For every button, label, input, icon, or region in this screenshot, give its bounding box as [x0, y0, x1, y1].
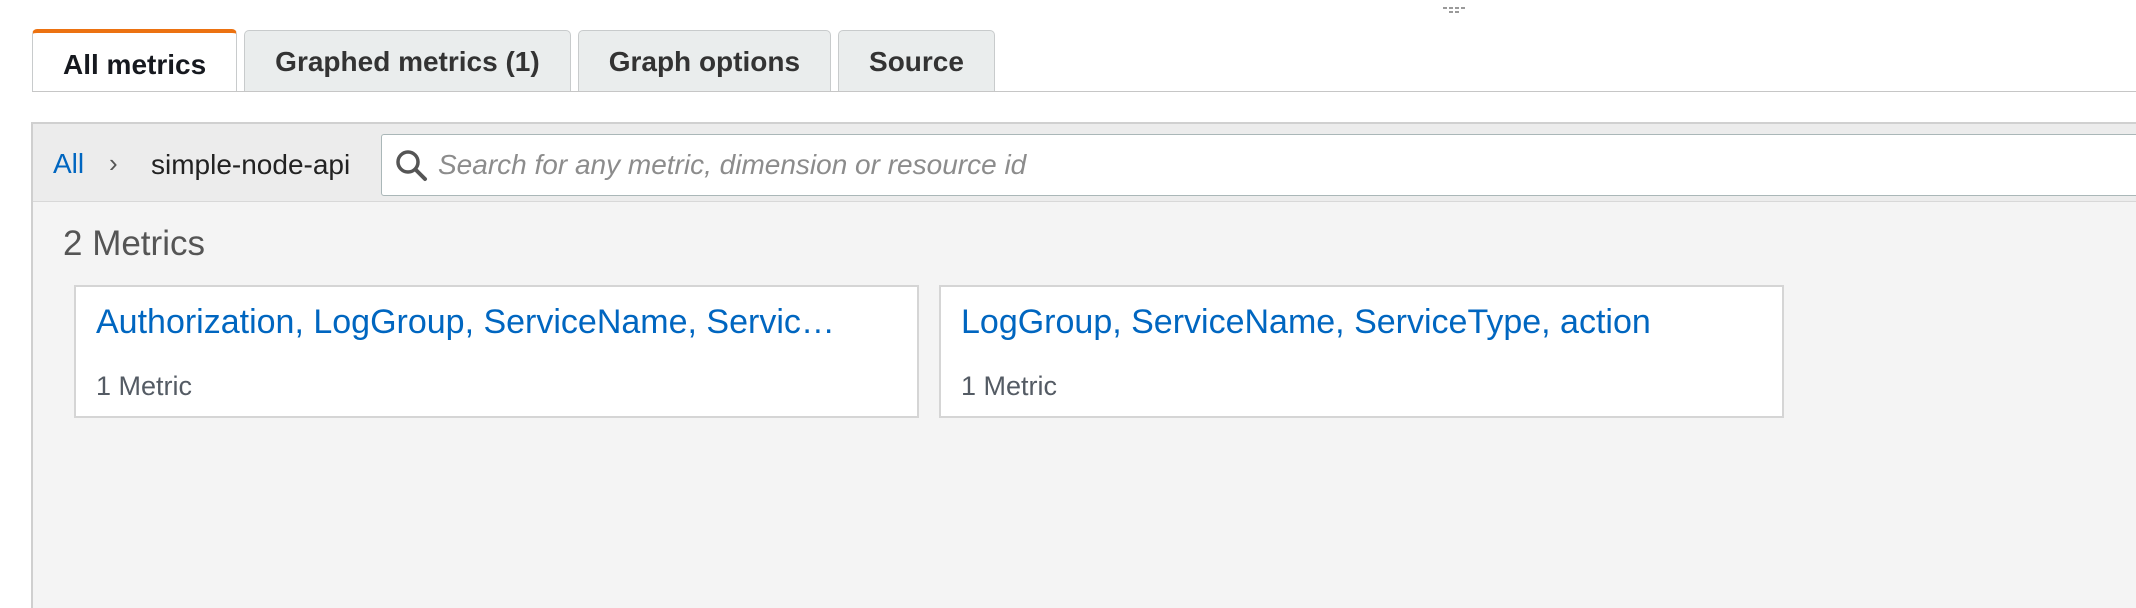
search-box[interactable] [381, 134, 2136, 196]
tab-all-metrics[interactable]: All metrics [32, 29, 238, 92]
metric-group-count: 1 Metric [96, 371, 193, 401]
tab-graph-options[interactable]: Graph options [577, 30, 832, 92]
metric-group-card[interactable]: LogGroup, ServiceName, ServiceType, acti… [939, 285, 1784, 418]
drag-handle-icon[interactable] [1443, 7, 1465, 13]
metric-group-title[interactable]: Authorization, LogGroup, ServiceName, Se… [96, 303, 897, 342]
tab-divider [32, 91, 2136, 92]
metrics-panel: All › simple-node-api 2 Metrics Authoriz… [31, 122, 2136, 608]
search-icon [396, 150, 427, 181]
metrics-count: 2 Metrics [63, 224, 205, 263]
metrics-browser: All metrics Graphed metrics (1) Graph op… [0, 0, 2136, 608]
chevron-right-icon: › [109, 148, 118, 178]
metric-group-count: 1 Metric [961, 371, 1058, 401]
breadcrumb-all-link[interactable]: All [53, 148, 84, 180]
tab-source[interactable]: Source [838, 30, 995, 92]
tab-graphed-metrics[interactable]: Graphed metrics (1) [244, 30, 571, 92]
metric-group-card[interactable]: Authorization, LogGroup, ServiceName, Se… [74, 285, 919, 418]
breadcrumb-current: simple-node-api [151, 149, 351, 180]
filter-bar: All › simple-node-api [33, 124, 2136, 202]
metric-group-title[interactable]: LogGroup, ServiceName, ServiceType, acti… [961, 303, 1762, 342]
tab-bar: All metrics Graphed metrics (1) Graph op… [32, 29, 995, 92]
search-input[interactable] [438, 149, 1838, 181]
